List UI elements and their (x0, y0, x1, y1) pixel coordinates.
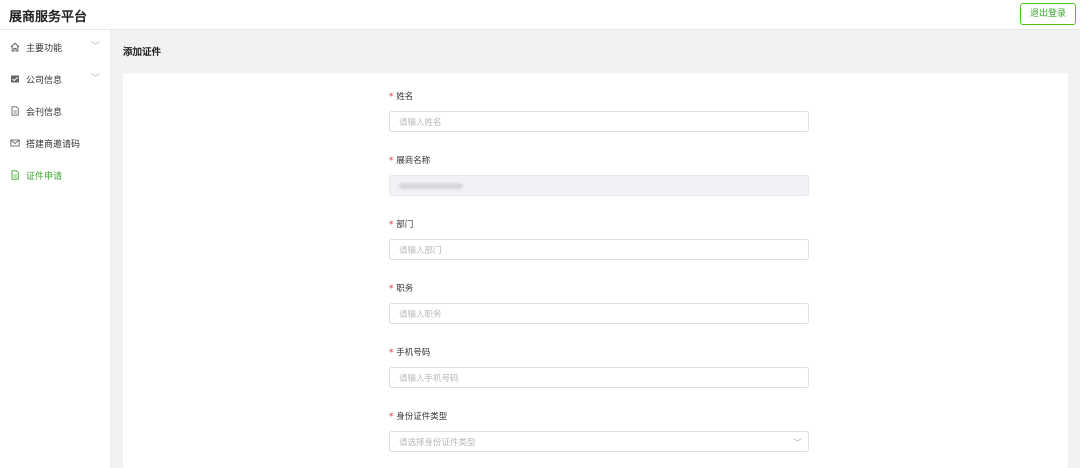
chevron-down-icon: ﹀ (792, 439, 802, 449)
sidebar-item-builder-invite-code[interactable]: 搭建商邀请码 (0, 134, 110, 154)
sidebar-item-label: 公司信息 (26, 76, 63, 86)
obscured-value (399, 183, 463, 189)
input-placeholder: 请输入手机号码 (399, 374, 459, 384)
sidebar-item-certificate-application[interactable]: 证件申请 (0, 166, 110, 186)
chevron-down-icon: ﹀ (91, 74, 101, 84)
sidebar-item-company-info[interactable]: 公司信息 ﹀ (0, 70, 110, 90)
department-input[interactable]: 请输入部门 (389, 239, 809, 260)
field-label: * 职务 (389, 284, 414, 294)
form-card: *姓名 请输入姓名 *展商名称 *部门 请输入部门 *职务 请输入职务 (123, 73, 1068, 468)
sidebar-item-label: 主要功能 (26, 44, 63, 54)
field-label: * 手机号码 (389, 348, 431, 358)
form-item-name: * 姓名 请输入姓名 (389, 90, 810, 154)
required-mark: * (389, 92, 394, 102)
sidebar-item-label: 证件申请 (26, 172, 63, 182)
app-title: 展商服务平台 (9, 10, 88, 25)
id-type-select[interactable]: 请选择身份证件类型 ﹀ (389, 431, 809, 452)
input-placeholder: 请输入姓名 (399, 118, 442, 128)
page-header: 添加证件 (111, 30, 1080, 73)
sidebar-item-label: 搭建商邀请码 (26, 140, 81, 150)
field-label: * 身份证件类型 (389, 412, 448, 422)
sidebar: 主要功能 ﹀ 公司信息 ﹀ 会刊信息 搭建商邀请码 证件申请 (0, 30, 111, 468)
logout-button[interactable]: 退出登录 (1020, 3, 1076, 25)
sidebar-item-catalog-info[interactable]: 会刊信息 (0, 102, 110, 122)
required-mark: * (389, 284, 394, 294)
form-item-phone: * 手机号码 请输入手机号码 (389, 346, 810, 410)
required-mark: * (389, 348, 394, 358)
document-icon (11, 170, 19, 180)
exhibitor-name-input (389, 175, 809, 196)
required-mark: * (389, 220, 394, 230)
form-item-exhibitor-name: * 展商名称 (389, 154, 810, 218)
field-label: * 姓名 (389, 92, 414, 102)
page-title: 添加证件 (123, 47, 162, 58)
form-item-department: * 部门 请输入部门 (389, 218, 810, 282)
required-mark: * (389, 156, 394, 166)
sidebar-item-main-functions[interactable]: 主要功能 ﹀ (0, 38, 110, 58)
mail-icon (10, 139, 20, 147)
company-card-icon (11, 75, 19, 83)
position-input[interactable]: 请输入职务 (389, 303, 809, 324)
main-content: 添加证件 * 姓名 请输入姓名 * 展商名称 * 部门 请输入部门 * 职务 请… (111, 30, 1080, 468)
input-placeholder: 请输入部门 (399, 246, 442, 256)
form-item-position: * 职务 请输入职务 (389, 282, 810, 346)
top-bar: 展商服务平台 退出登录 (0, 0, 1080, 30)
phone-input[interactable]: 请输入手机号码 (389, 367, 809, 388)
form-item-id-type: * 身份证件类型 请选择身份证件类型 ﹀ (389, 410, 810, 468)
name-input[interactable]: 请输入姓名 (389, 111, 809, 132)
input-placeholder: 请输入职务 (399, 310, 442, 320)
field-label: * 展商名称 (389, 156, 431, 166)
field-label: * 部门 (389, 220, 414, 230)
sidebar-item-label: 会刊信息 (26, 108, 63, 118)
select-placeholder: 请选择身份证件类型 (399, 438, 476, 448)
home-icon (10, 42, 20, 52)
required-mark: * (389, 412, 394, 422)
chevron-down-icon: ﹀ (91, 42, 101, 52)
document-icon (11, 106, 19, 116)
